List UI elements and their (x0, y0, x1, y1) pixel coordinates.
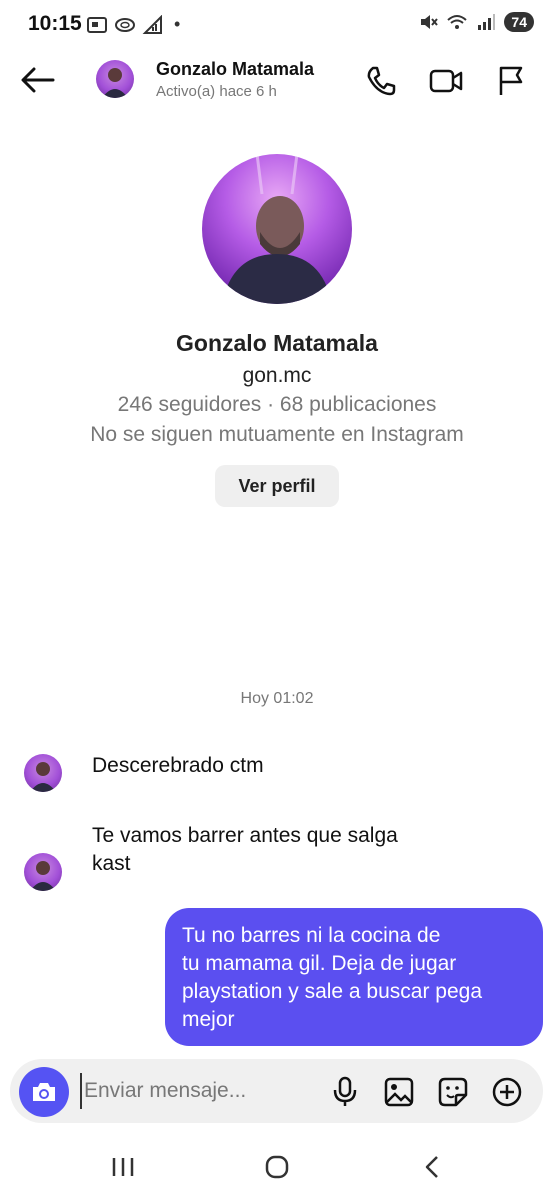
header-active-status: Activo(a) hace 6 h (156, 83, 277, 100)
header-avatar[interactable] (96, 60, 134, 98)
received-message[interactable]: Te vamos barrer antes que salga kast (92, 822, 398, 878)
signal-transfer-icon (142, 14, 162, 34)
profile-photo-icon (222, 154, 332, 304)
voice-message-button[interactable] (326, 1073, 364, 1111)
call-button[interactable] (362, 62, 400, 100)
profile-avatar[interactable] (202, 154, 352, 304)
sender-avatar[interactable] (24, 754, 62, 792)
received-message[interactable]: Descerebrado ctm (92, 752, 264, 780)
person-silhouette-icon (102, 68, 128, 98)
profile-stats: 246 seguidores · 68 publicaciones (117, 393, 437, 416)
recent-apps-icon (112, 1158, 134, 1176)
camera-icon (33, 1083, 55, 1101)
sticker-icon (438, 1077, 468, 1107)
wifi-icon (447, 15, 468, 29)
sent-message[interactable]: Tu no barres ni la cocina de tu mamama g… (165, 908, 543, 1046)
recent-apps-button[interactable] (93, 1149, 153, 1185)
profile-name: Gonzalo Matamala (176, 330, 378, 356)
status-bar: 10:15 • 74 (0, 0, 554, 52)
status-right-icons: 74 (418, 12, 534, 32)
status-left-icons: • (86, 14, 180, 35)
home-circle-icon (265, 1155, 289, 1179)
gallery-button[interactable] (380, 1073, 418, 1111)
video-camera-icon (429, 69, 463, 93)
microphone-icon (333, 1076, 357, 1106)
screenshot-icon (87, 16, 107, 33)
image-icon (384, 1077, 414, 1107)
battery-indicator: 74 (504, 12, 534, 32)
notification-dot: • (174, 14, 181, 34)
phone-icon (367, 66, 396, 96)
sender-avatar[interactable] (24, 853, 62, 891)
message-timestamp: Hoy 01:02 (240, 690, 314, 707)
message-line: Tu no barres ni la cocina de (182, 924, 441, 947)
message-line: tu mamama gil. Deja de jugar (182, 952, 457, 975)
person-silhouette-icon (30, 861, 56, 891)
view-profile-button[interactable]: Ver perfil (215, 465, 339, 507)
signal-icon (478, 14, 496, 30)
message-line: playstation y sale a buscar pega (182, 980, 483, 1003)
sticker-button[interactable] (434, 1073, 472, 1111)
message-input[interactable] (80, 1073, 310, 1109)
arrow-left-icon (21, 67, 55, 93)
message-line: Te vamos barrer antes que salga (92, 824, 398, 847)
status-time: 10:15 (28, 12, 82, 35)
message-line: kast (92, 852, 131, 875)
flag-icon (499, 66, 523, 95)
camera-button[interactable] (19, 1067, 69, 1117)
message-composer (10, 1059, 543, 1123)
more-options-button[interactable] (488, 1073, 526, 1111)
home-button[interactable] (247, 1149, 307, 1185)
back-button[interactable] (18, 62, 58, 98)
message-line: Descerebrado ctm (92, 754, 264, 777)
profile-username: gon.mc (242, 364, 312, 387)
plus-circle-icon (492, 1077, 522, 1107)
video-call-button[interactable] (427, 62, 465, 100)
header-contact-name[interactable]: Gonzalo Matamala (156, 59, 314, 80)
person-silhouette-icon (30, 762, 56, 792)
report-button[interactable] (492, 62, 530, 100)
follow-status: No se siguen mutuamente en Instagram (90, 423, 464, 446)
system-back-button[interactable] (402, 1149, 462, 1185)
system-navigation-bar (0, 1135, 554, 1200)
chevron-left-icon (425, 1156, 438, 1178)
chat-header: Gonzalo Matamala Activo(a) hace 6 h (0, 52, 554, 108)
message-line: mejor (182, 1008, 235, 1031)
data-saver-icon (115, 17, 135, 32)
mute-icon (421, 15, 439, 29)
